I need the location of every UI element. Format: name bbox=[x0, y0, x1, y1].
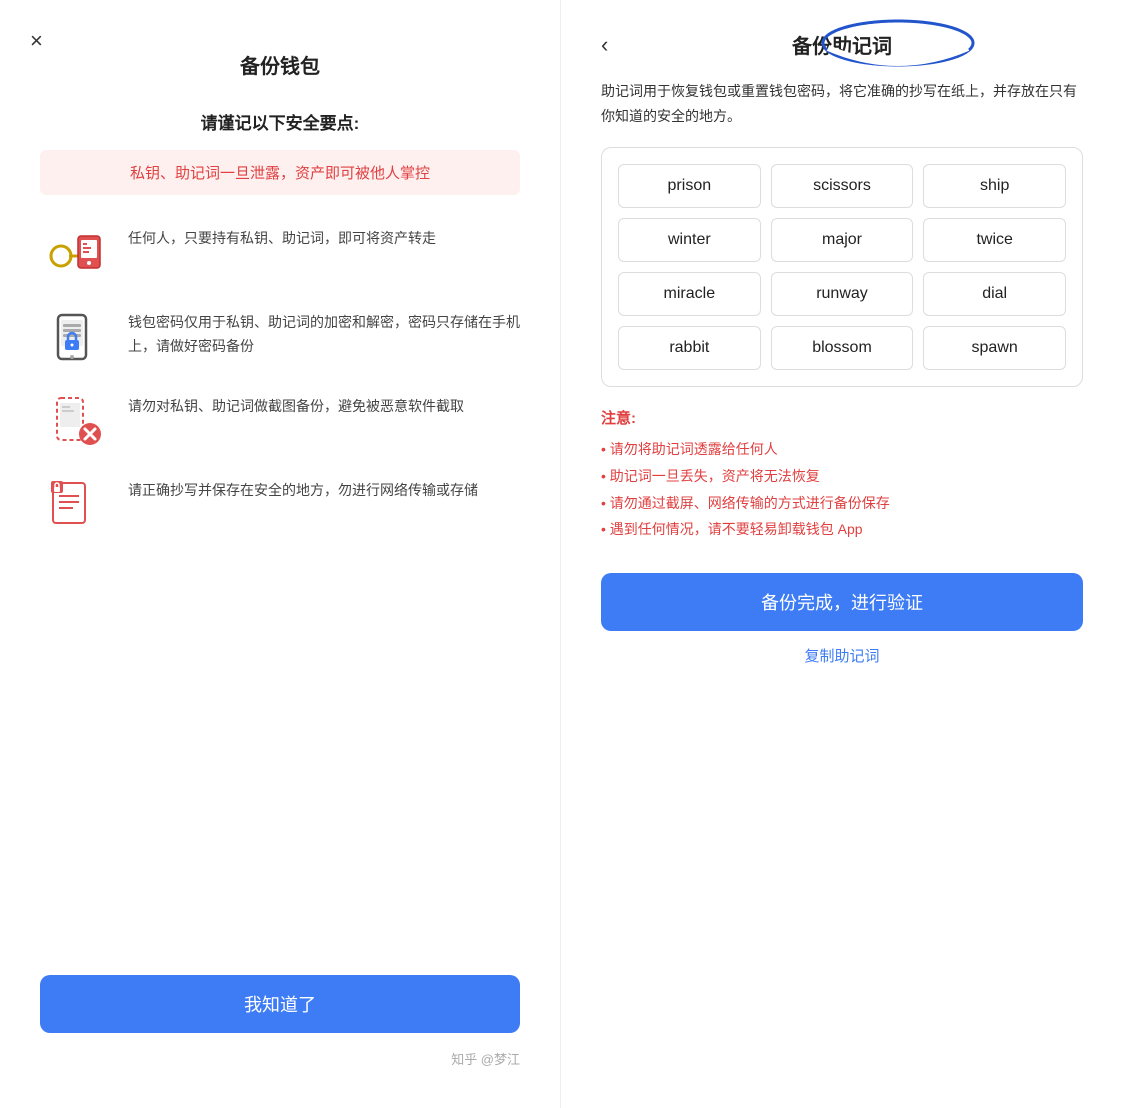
note-item-4: • 遇到任何情况，请不要轻易卸载钱包 App bbox=[601, 516, 1083, 543]
note-item-2: • 助记词一旦丢失，资产将无法恢复 bbox=[601, 463, 1083, 490]
key-phone-icon bbox=[40, 223, 110, 283]
feature-text-2: 钱包密码仅用于私钥、助记词的加密和解密，密码只存储在手机上，请做好密码备份 bbox=[128, 307, 520, 359]
mnemonic-word-10: rabbit bbox=[618, 326, 761, 370]
warning-text: 私钥、助记词一旦泄露，资产即可被他人掌控 bbox=[56, 162, 504, 183]
mnemonic-grid: prisonscissorsship wintermajortwice miracl… bbox=[601, 147, 1083, 387]
note-item-3: • 请勿通过截屏、网络传输的方式进行备份保存 bbox=[601, 490, 1083, 517]
feature-item-2: 钱包密码仅用于私钥、助记词的加密和解密，密码只存储在手机上，请做好密码备份 bbox=[40, 307, 520, 367]
mnemonic-word-1: prison bbox=[618, 164, 761, 208]
mnemonic-word-12: spawn bbox=[923, 326, 1066, 370]
notes-title: 注意: bbox=[601, 407, 1083, 428]
mnemonic-word-7: miracle bbox=[618, 272, 761, 316]
close-button[interactable]: × bbox=[30, 30, 43, 52]
copy-mnemonic-link[interactable]: 复制助记词 bbox=[601, 645, 1083, 666]
description-text: 助记词用于恢复钱包或重置钱包密码，将它准确的抄写在纸上，并存放在只有你知道的安全… bbox=[601, 79, 1083, 129]
notes-list: • 请勿将助记词透露给任何人• 助记词一旦丢失，资产将无法恢复• 请勿通过截屏、… bbox=[601, 436, 1083, 542]
title-circle-annotation bbox=[818, 8, 978, 68]
note-item-1: • 请勿将助记词透露给任何人 bbox=[601, 436, 1083, 463]
mnemonic-word-11: blossom bbox=[771, 326, 914, 370]
feature-list: 任何人，只要持有私钥、助记词，即可将资产转走 钱包密码仅用于私钥、助记词 bbox=[40, 223, 520, 945]
doc-save-icon bbox=[40, 475, 110, 535]
confirm-button[interactable]: 我知道了 bbox=[40, 975, 520, 1033]
feature-text-3: 请勿对私钥、助记词做截图备份，避免被恶意软件截取 bbox=[128, 391, 464, 419]
feature-item-3: 请勿对私钥、助记词做截图备份，避免被恶意软件截取 bbox=[40, 391, 520, 451]
phone-lock-icon bbox=[40, 307, 110, 367]
backup-verify-button[interactable]: 备份完成，进行验证 bbox=[601, 573, 1083, 631]
mnemonic-word-8: runway bbox=[771, 272, 914, 316]
mnemonic-word-9: dial bbox=[923, 272, 1066, 316]
warning-banner: 私钥、助记词一旦泄露，资产即可被他人掌控 bbox=[40, 150, 520, 195]
watermark: 知乎 @梦江 bbox=[40, 1049, 520, 1068]
left-title: 备份钱包 bbox=[40, 50, 520, 79]
left-subtitle: 请谨记以下安全要点: bbox=[40, 109, 520, 134]
mnemonic-word-2: scissors bbox=[771, 164, 914, 208]
feature-item-4: 请正确抄写并保存在安全的地方，勿进行网络传输或存储 bbox=[40, 475, 520, 535]
mnemonic-word-4: winter bbox=[618, 218, 761, 262]
left-panel: × 备份钱包 请谨记以下安全要点: 私钥、助记词一旦泄露，资产即可被他人掌控 bbox=[0, 0, 561, 1108]
right-header: ‹ 备份助记词 bbox=[601, 30, 1083, 59]
feature-item-1: 任何人，只要持有私钥、助记词，即可将资产转走 bbox=[40, 223, 520, 283]
right-panel: ‹ 备份助记词 助记词用于恢复钱包或重置钱包密码，将它准确的抄写在纸上，并存放在… bbox=[561, 0, 1123, 1108]
mnemonic-word-3: ship bbox=[923, 164, 1066, 208]
mnemonic-word-5: major bbox=[771, 218, 914, 262]
mnemonic-word-6: twice bbox=[923, 218, 1066, 262]
screenshot-ban-icon bbox=[40, 391, 110, 451]
notes-section: 注意: • 请勿将助记词透露给任何人• 助记词一旦丢失，资产将无法恢复• 请勿通… bbox=[601, 407, 1083, 542]
feature-text-1: 任何人，只要持有私钥、助记词，即可将资产转走 bbox=[128, 223, 436, 251]
feature-text-4: 请正确抄写并保存在安全的地方，勿进行网络传输或存储 bbox=[128, 475, 478, 503]
